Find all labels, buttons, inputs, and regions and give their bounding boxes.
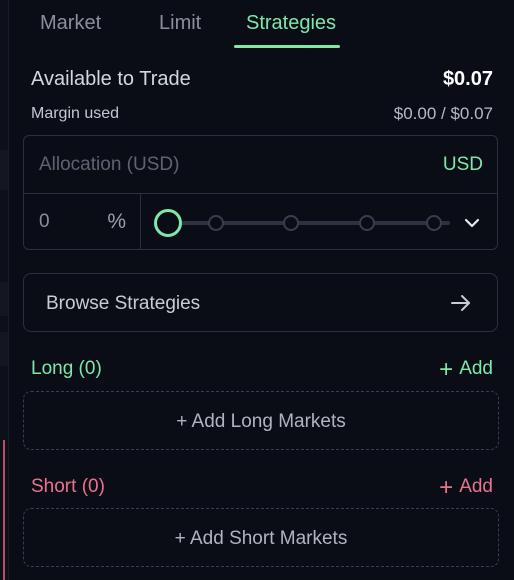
available-to-trade-label: Available to Trade xyxy=(31,68,191,90)
add-short-markets-label: + Add Short Markets xyxy=(174,528,348,549)
slider-step-100[interactable] xyxy=(426,215,442,231)
tab-strategies[interactable]: Strategies xyxy=(246,12,336,35)
left-panel-row xyxy=(0,150,8,190)
slider-handle[interactable] xyxy=(154,209,182,237)
allocation-input[interactable]: Allocation (USD) USD xyxy=(24,136,497,194)
allocation-placeholder[interactable]: Allocation (USD) xyxy=(39,154,179,176)
long-section-label: Long (0) xyxy=(31,358,102,379)
add-short-button[interactable]: + Add xyxy=(439,473,493,501)
short-section-header: Short (0) + Add xyxy=(31,473,493,501)
left-panel-edge xyxy=(0,0,9,580)
add-short-label: Add xyxy=(459,476,493,497)
active-tab-indicator xyxy=(234,45,340,48)
long-section-header: Long (0) + Add xyxy=(31,355,493,383)
tab-limit[interactable]: Limit xyxy=(159,12,201,35)
margin-used-value: $0.00 / $0.07 xyxy=(393,104,493,123)
percent-sign: % xyxy=(107,210,126,233)
tab-market[interactable]: Market xyxy=(40,12,101,35)
available-to-trade-row: Available to Trade $0.07 xyxy=(31,68,493,91)
allocation-panel: Allocation (USD) USD 0 % xyxy=(23,135,498,250)
percent-input[interactable]: 0 % xyxy=(24,193,141,249)
margin-used-row: Margin used $0.00 / $0.07 xyxy=(31,104,493,124)
browse-strategies-label: Browse Strategies xyxy=(46,293,201,314)
allocation-unit-selector[interactable]: USD xyxy=(443,154,483,176)
add-long-button[interactable]: + Add xyxy=(439,355,493,383)
add-short-markets-button[interactable]: + Add Short Markets xyxy=(23,508,499,567)
plus-icon: + xyxy=(439,473,454,501)
slider-step-50[interactable] xyxy=(283,215,299,231)
order-type-tabs: Market Limit Strategies xyxy=(22,0,500,50)
add-long-markets-label: + Add Long Markets xyxy=(176,411,346,432)
slider-step-25[interactable] xyxy=(208,215,224,231)
left-panel-indicator xyxy=(3,440,5,580)
short-section-label: Short (0) xyxy=(31,476,105,497)
percent-value[interactable]: 0 xyxy=(39,211,50,233)
left-panel-row xyxy=(0,282,8,316)
margin-used-label: Margin used xyxy=(31,105,120,122)
add-long-markets-button[interactable]: + Add Long Markets xyxy=(23,391,499,450)
available-to-trade-value: $0.07 xyxy=(442,68,493,90)
arrow-right-icon xyxy=(451,295,470,311)
add-long-label: Add xyxy=(459,358,493,379)
left-panel-row xyxy=(0,332,8,366)
plus-icon: + xyxy=(439,355,454,383)
allocation-slider[interactable] xyxy=(154,208,454,238)
browse-strategies-button[interactable]: Browse Strategies xyxy=(23,273,498,332)
chevron-down-icon[interactable] xyxy=(462,213,482,233)
slider-step-75[interactable] xyxy=(359,215,375,231)
